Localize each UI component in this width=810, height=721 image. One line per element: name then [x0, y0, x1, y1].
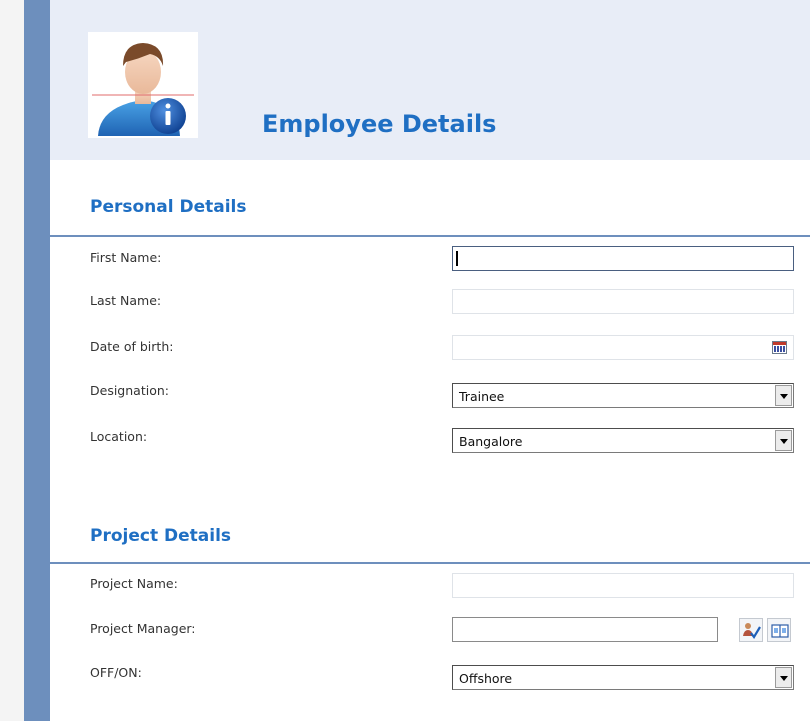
off-on-select[interactable]: Offshore — [452, 665, 794, 690]
dob-label: Date of birth: — [90, 339, 174, 354]
text-caret — [456, 251, 458, 266]
location-value: Bangalore — [459, 434, 523, 449]
last-name-label: Last Name: — [90, 293, 162, 308]
chevron-down-icon[interactable] — [775, 667, 792, 688]
designation-value: Trainee — [459, 389, 505, 404]
last-name-input[interactable] — [452, 289, 794, 314]
location-label: Location: — [90, 429, 148, 444]
page-title: Employee Details — [262, 110, 497, 138]
section-divider — [50, 562, 810, 564]
check-names-icon[interactable] — [739, 618, 763, 642]
first-name-label: First Name: — [90, 250, 162, 265]
off-on-label: OFF/ON: — [90, 665, 142, 680]
section-title-personal: Personal Details — [90, 197, 247, 217]
left-rail — [0, 0, 24, 721]
designation-select[interactable]: Trainee — [452, 383, 794, 408]
project-name-input[interactable] — [452, 573, 794, 598]
section-title-project: Project Details — [90, 526, 232, 546]
chevron-down-icon[interactable] — [775, 385, 792, 406]
calendar-icon[interactable] — [772, 341, 787, 354]
location-select[interactable]: Bangalore — [452, 428, 794, 453]
first-name-input[interactable] — [452, 246, 794, 271]
designation-label: Designation: — [90, 383, 169, 398]
project-manager-input[interactable] — [452, 617, 718, 642]
project-name-label: Project Name: — [90, 576, 178, 591]
dob-input[interactable] — [452, 335, 794, 360]
employee-info-icon — [88, 32, 198, 138]
address-book-icon[interactable] — [767, 618, 791, 642]
left-accent-bar — [24, 0, 50, 721]
off-on-value: Offshore — [459, 671, 513, 686]
project-manager-label: Project Manager: — [90, 621, 196, 636]
chevron-down-icon[interactable] — [775, 430, 792, 451]
section-divider — [50, 235, 810, 237]
